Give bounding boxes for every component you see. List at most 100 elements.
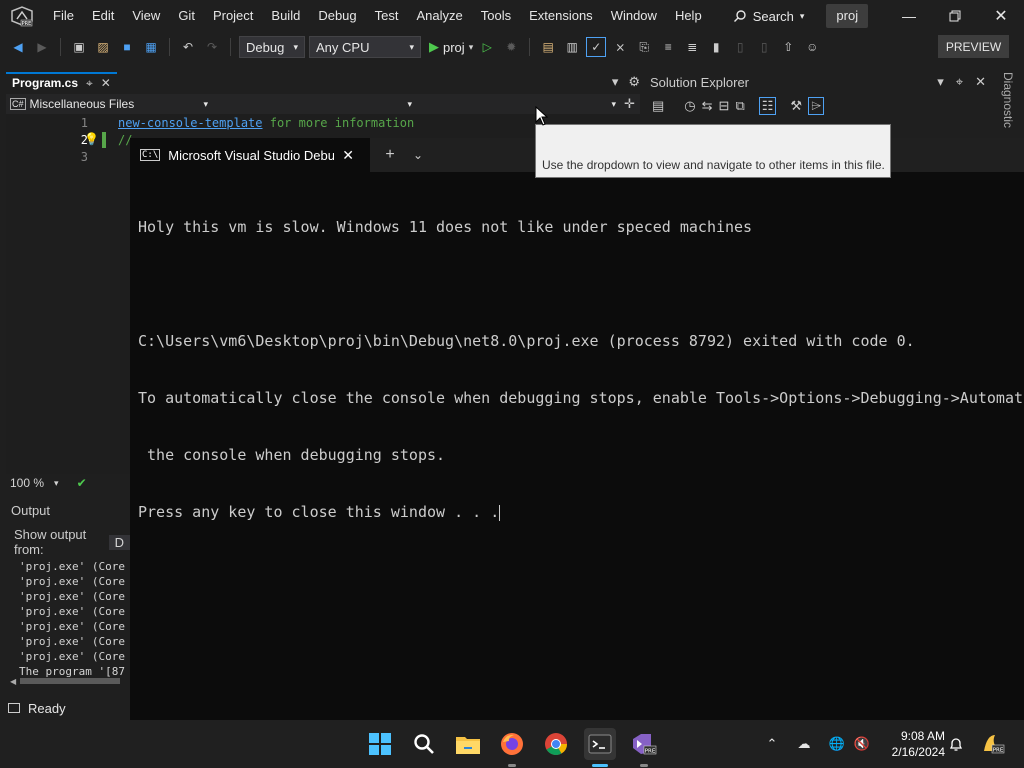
notification-bell-icon[interactable] [946,734,966,754]
properties-icon[interactable]: ⚒ [790,98,802,114]
chrome-icon[interactable] [540,728,572,760]
menu-git[interactable]: Git [169,0,204,32]
toolbar-separator [230,38,231,56]
terminal-icon[interactable] [584,728,616,760]
menu-file[interactable]: File [44,0,83,32]
split-editor-icon[interactable]: ✛ [624,96,635,112]
chevron-down-icon[interactable]: ▾ [612,74,619,90]
tab-program-cs[interactable]: Program.cs ⌖ ✕ [6,72,117,92]
bookmark-next-icon[interactable]: ▯ [754,37,774,57]
system-clock[interactable]: 9:08 AM 2/16/2024 [885,728,945,760]
switch-views-icon[interactable]: ▤ [652,98,664,114]
layout-icon[interactable]: ▥ [562,37,582,57]
code-link[interactable]: new-console-template [118,116,263,130]
menu-help[interactable]: Help [666,0,711,32]
hot-reload-icon[interactable]: ✹ [501,37,521,57]
menu-edit[interactable]: Edit [83,0,123,32]
feedback-icon[interactable]: ☺ [802,37,822,57]
close-window-button[interactable]: ✕ [978,0,1024,32]
no-issues-icon[interactable]: ✔ [77,476,87,490]
search-icon[interactable] [408,728,440,760]
copy-icon[interactable]: ⧉ [735,98,744,114]
save-icon[interactable]: ■ [117,37,137,57]
scrollbar-thumb[interactable] [20,678,121,684]
spell-check-icon[interactable]: ✓ [586,37,607,57]
lightbulb-icon[interactable]: 💡 [84,132,99,146]
indent-icon[interactable]: ≡ [658,37,678,57]
output-source-dropdown[interactable]: D [108,534,130,550]
file-explorer-icon[interactable] [452,728,484,760]
menu-project[interactable]: Project [204,0,262,32]
minimize-button[interactable]: — [886,0,932,32]
solution-folder-icon[interactable]: ▤ [538,37,558,57]
member-dropdown[interactable]: ▾ [416,95,620,113]
start-icon[interactable] [364,728,396,760]
new-project-icon[interactable]: ▣ [69,37,89,57]
open-folder-icon[interactable]: ▨ [93,37,113,57]
scroll-left-icon[interactable]: ◀ [10,677,16,686]
menu-window[interactable]: Window [602,0,666,32]
search-button[interactable]: Search ▾ [725,4,813,28]
save-all-icon[interactable]: ▦ [141,37,161,57]
close-icon[interactable]: ✕ [975,74,986,90]
type-dropdown[interactable]: ▾ [212,95,416,113]
menu-build[interactable]: Build [262,0,309,32]
close-icon[interactable]: ✕ [342,147,354,164]
new-tab-button[interactable]: + [376,141,404,169]
horizontal-scrollbar[interactable]: ◀ [10,676,130,686]
show-all-files-icon[interactable]: ☷ [758,97,777,115]
platform-dropdown[interactable]: Any CPU ▾ [309,36,421,58]
menu-debug[interactable]: Debug [309,0,365,32]
solution-explorer-header: Solution Explorer ▾ ⌖ ✕ [644,72,992,92]
pin-icon[interactable]: ⌖ [956,74,963,90]
navigate-back-icon[interactable]: ◀ [8,37,28,57]
output-text[interactable]: 'proj.exe' (Core 'proj.exe' (Core 'proj.… [6,559,130,679]
chevron-up-icon[interactable]: ⌃ [762,734,782,754]
terminal-output[interactable]: Holy this vm is slow. Windows 11 does no… [130,172,1024,720]
menu-view[interactable]: View [123,0,169,32]
menu-analyze[interactable]: Analyze [407,0,471,32]
redo-icon[interactable]: ↷ [202,37,222,57]
restore-button[interactable] [932,0,978,32]
preview-badge[interactable]: PREVIEW [938,35,1009,58]
line-number: 3 [80,150,88,164]
speaker-muted-icon[interactable]: 🔇 [852,734,872,754]
breakpoint-icon[interactable]: ⨯ [610,37,630,57]
sync-icon[interactable]: ⇆ [702,98,713,114]
firefox-icon[interactable] [496,728,528,760]
history-icon[interactable]: ◷ [684,98,695,114]
collapse-all-icon[interactable]: ⊟ [719,98,730,114]
editor-status-strip: 100 % ▾ ✔ [6,474,130,492]
status-icon [8,703,20,713]
preview-selected-icon[interactable]: ⌲ [808,97,825,115]
bookmark-icon[interactable]: ▮ [706,37,726,57]
onedrive-offline-icon[interactable]: ☁ [794,734,814,754]
tab-dropdown-button[interactable]: ⌄ [404,141,432,169]
navigate-forward-icon[interactable]: ▶ [32,37,52,57]
network-globe-icon[interactable]: 🌐 [827,734,847,754]
bookmark-prev-icon[interactable]: ▯ [730,37,750,57]
menu-test[interactable]: Test [366,0,408,32]
copilot-preview-icon[interactable]: PRE [980,734,1006,754]
start-debugging-button[interactable]: ▶ proj ▾ [429,39,473,55]
project-name-badge[interactable]: proj [826,4,869,28]
start-without-debugging-icon[interactable]: ▷ [477,37,497,57]
clipboard-icon[interactable]: ⎘ [634,37,654,57]
solution-explorer-toolbar: ▤ ◷ ⇆ ⊟ ⧉ ☷ ⚒ ⌲ [644,92,992,120]
diagnostic-tools-tab[interactable]: Diagnostic [1001,72,1015,128]
undo-icon[interactable]: ↶ [178,37,198,57]
menu-tools[interactable]: Tools [472,0,520,32]
comment-icon[interactable]: ≣ [682,37,702,57]
zoom-dropdown[interactable]: 100 % ▾ [6,476,59,490]
terminal-tab[interactable]: C:\ Microsoft Visual Studio Debug Consol… [130,138,370,172]
visual-studio-preview-icon[interactable]: PRE [628,728,660,760]
chevron-down-icon[interactable]: ▾ [937,74,944,90]
pin-icon[interactable]: ⌖ [86,76,93,91]
share-icon[interactable]: ⇧ [778,37,798,57]
output-line: 'proj.exe' (Core [19,620,125,633]
project-scope-dropdown[interactable]: C# Miscellaneous Files ▾ [6,95,212,113]
menu-extensions[interactable]: Extensions [520,0,602,32]
gear-icon[interactable]: ⚙ [628,74,640,90]
configuration-dropdown[interactable]: Debug ▾ [239,36,305,58]
close-icon[interactable]: ✕ [101,76,111,90]
